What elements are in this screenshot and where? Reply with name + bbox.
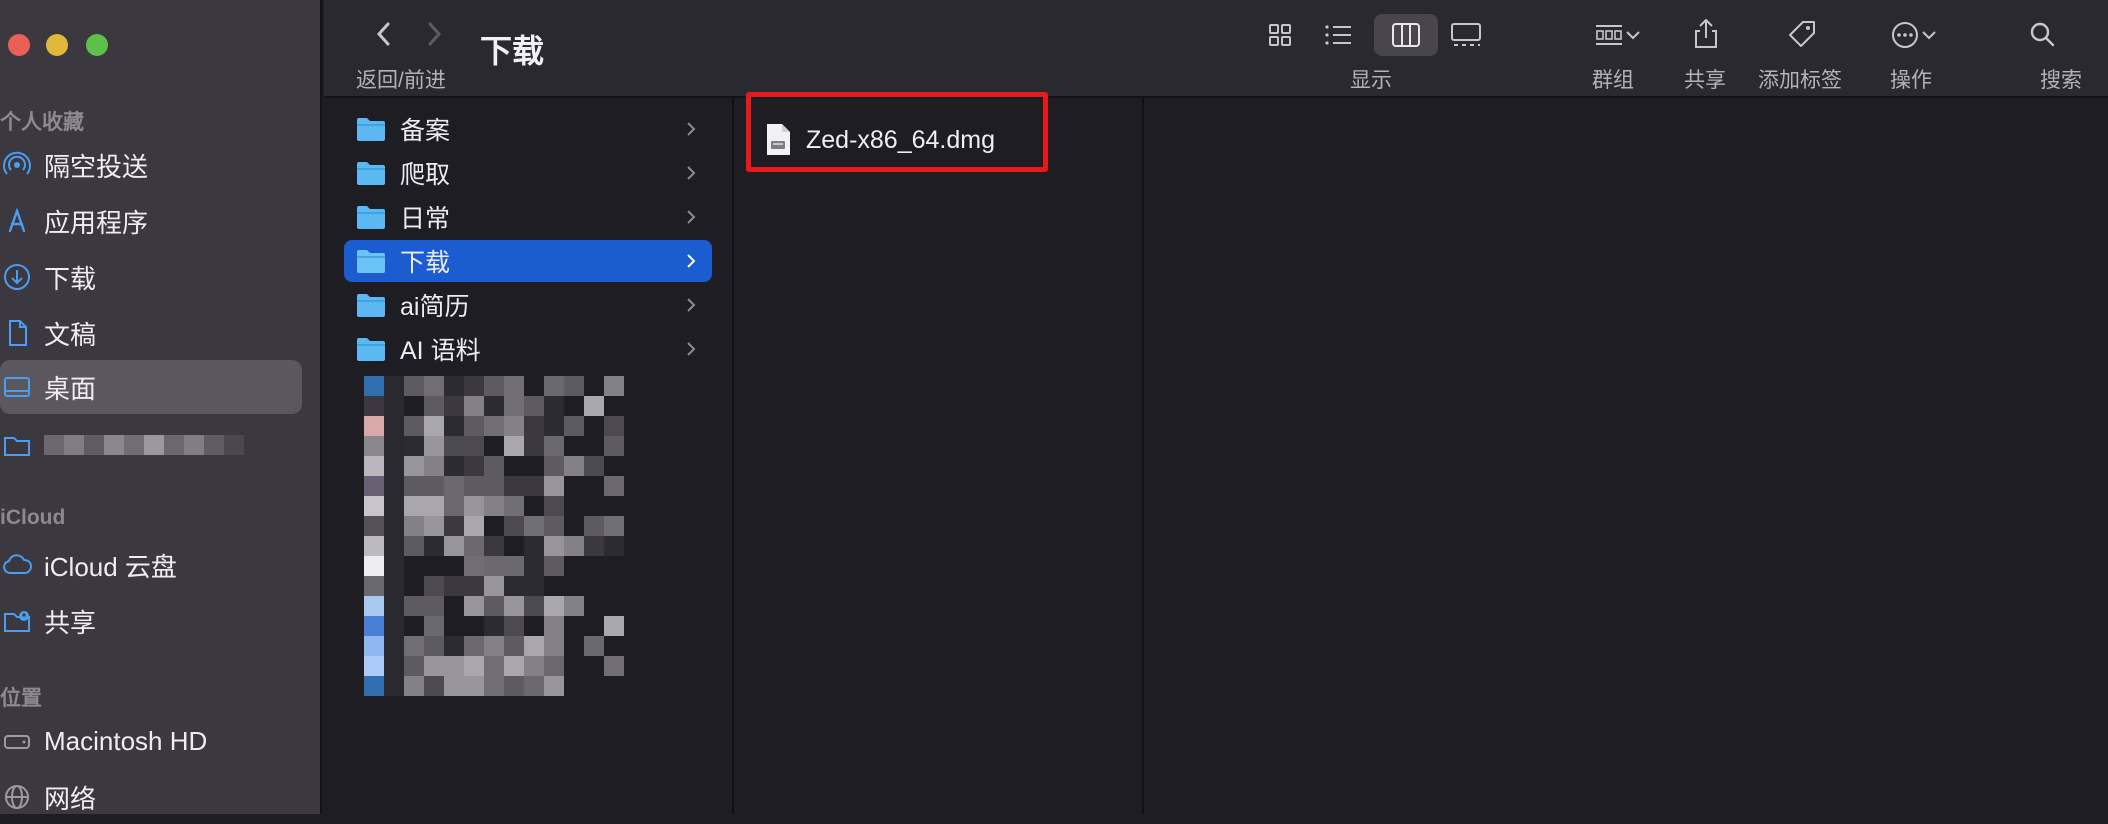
- chevron-right-icon: [687, 122, 696, 136]
- list-item-folder[interactable]: AI 语料: [344, 328, 712, 370]
- folder-icon: [357, 206, 385, 229]
- sidebar-item-airdrop[interactable]: 隔空投送: [0, 138, 302, 192]
- view-label: 显示: [1350, 69, 1392, 92]
- share-icon: [1692, 17, 1720, 49]
- folder-icon: [357, 118, 385, 141]
- shared-folder-icon: [2, 606, 32, 636]
- chevron-right-icon: [687, 166, 696, 180]
- folder-label: 日常: [400, 205, 451, 233]
- chevron-right-icon: [687, 210, 696, 224]
- chevron-down-icon: [1920, 28, 1938, 42]
- folder-icon: [357, 338, 385, 361]
- zoom-window-button[interactable]: [86, 34, 108, 56]
- folder-label: 爬取: [400, 161, 451, 189]
- share-label: 共享: [1684, 69, 1726, 92]
- gallery-icon: [1450, 22, 1482, 48]
- icon-view-button[interactable]: [1260, 16, 1300, 54]
- toolbar: 返回/前进 下载 显示 群组 共享 添加标签 操作 搜索: [324, 0, 2108, 98]
- list-item-folder[interactable]: 备案: [344, 108, 712, 150]
- sidebar-item-label: 共享: [44, 607, 97, 638]
- desktop-icon: [2, 372, 32, 402]
- sidebar-item-label: 文稿: [44, 319, 97, 350]
- tag-icon: [1787, 19, 1817, 49]
- gallery-view-button[interactable]: [1446, 16, 1486, 54]
- sidebar: 个人收藏 隔空投送 应用程序 下载 文稿 桌面 iCloud iCloud 云盘…: [0, 0, 322, 814]
- sidebar-item-shared[interactable]: 共享: [0, 594, 302, 648]
- sidebar-item-applications[interactable]: 应用程序: [0, 194, 302, 248]
- sidebar-item-documents[interactable]: 文稿: [0, 306, 302, 360]
- network-icon: [2, 782, 32, 812]
- chevron-right-icon: [687, 342, 696, 356]
- sidebar-item-label: iCloud 云盘: [44, 551, 177, 582]
- action-label: 操作: [1890, 69, 1932, 92]
- sidebar-item-label: Macintosh HD: [44, 725, 208, 756]
- list-item-folder[interactable]: 日常: [344, 196, 712, 238]
- chevron-right-icon: [687, 298, 696, 312]
- document-icon: [2, 318, 32, 348]
- back-forward-label: 返回/前进: [356, 69, 446, 92]
- search-label: 搜索: [2040, 69, 2082, 92]
- folder-label: 下载: [400, 249, 451, 277]
- sidebar-item-desktop[interactable]: 桌面: [0, 360, 302, 414]
- sidebar-item-icloud-drive[interactable]: iCloud 云盘: [0, 538, 302, 592]
- column-browser-col-3: [1144, 98, 2108, 814]
- folder-label: ai简历: [400, 293, 470, 321]
- sidebar-item-label: 应用程序: [44, 207, 149, 238]
- sidebar-item-blurred-folder[interactable]: [0, 418, 302, 472]
- forward-button[interactable]: [418, 16, 450, 52]
- applications-icon: [2, 206, 32, 236]
- action-button[interactable]: [1882, 16, 1946, 54]
- sidebar-item-network[interactable]: 网络: [0, 770, 302, 824]
- chevron-down-icon: [1624, 28, 1642, 42]
- window-title: 下载: [480, 33, 545, 69]
- chevron-left-icon: [374, 20, 394, 48]
- group-icon: [1594, 22, 1624, 48]
- share-button[interactable]: [1686, 12, 1726, 54]
- airdrop-icon: [2, 150, 32, 180]
- chevron-right-icon: [424, 20, 444, 48]
- cloud-icon: [2, 550, 32, 580]
- sidebar-item-label: 隔空投送: [44, 151, 149, 182]
- minimize-window-button[interactable]: [46, 34, 68, 56]
- column-browser-col-2: Zed-x86_64.dmg: [734, 98, 1144, 814]
- sidebar-item-label: 下载: [44, 263, 97, 294]
- add-tag-label: 添加标签: [1758, 69, 1842, 92]
- group-label: 群组: [1592, 69, 1634, 92]
- sidebar-item-label: 网络: [44, 783, 97, 814]
- back-button[interactable]: [368, 16, 400, 52]
- list-item-folder[interactable]: ai简历: [344, 284, 712, 326]
- favorites-heading: 个人收藏: [0, 111, 84, 134]
- folder-label: AI 语料: [400, 337, 481, 365]
- folder-label: 备案: [400, 117, 451, 145]
- sidebar-item-macintosh-hd[interactable]: Macintosh HD: [0, 714, 302, 768]
- locations-heading: 位置: [0, 687, 42, 710]
- columns-icon: [1391, 22, 1421, 53]
- redacted-file-list: [364, 376, 624, 696]
- ellipsis-circle-icon: [1890, 20, 1920, 50]
- folder-icon: [2, 430, 32, 460]
- list-view-button[interactable]: [1318, 16, 1358, 54]
- download-icon: [2, 262, 32, 292]
- close-window-button[interactable]: [8, 34, 30, 56]
- disk-icon: [2, 726, 32, 756]
- sidebar-item-downloads[interactable]: 下载: [0, 250, 302, 304]
- blurred-label: [44, 435, 244, 455]
- folder-icon: [357, 250, 385, 273]
- chevron-right-icon: [687, 254, 696, 268]
- folder-icon: [357, 162, 385, 185]
- folder-icon: [357, 294, 385, 317]
- sidebar-item-label: 桌面: [44, 373, 97, 404]
- search-icon: [2028, 20, 2056, 48]
- icloud-heading: iCloud: [0, 506, 66, 529]
- red-highlight-annotation: [746, 92, 1048, 172]
- list-icon: [1323, 22, 1353, 48]
- group-button[interactable]: [1586, 16, 1650, 54]
- column-browser-col-1: 备案 爬取 日常 下载 ai简历 AI 语料: [324, 98, 734, 814]
- list-item-folder-selected[interactable]: 下载: [344, 240, 712, 282]
- search-button[interactable]: [2022, 14, 2062, 54]
- grid-icon: [1267, 22, 1293, 48]
- list-item-folder[interactable]: 爬取: [344, 152, 712, 194]
- add-tag-button[interactable]: [1782, 14, 1822, 54]
- column-view-button[interactable]: [1374, 14, 1438, 56]
